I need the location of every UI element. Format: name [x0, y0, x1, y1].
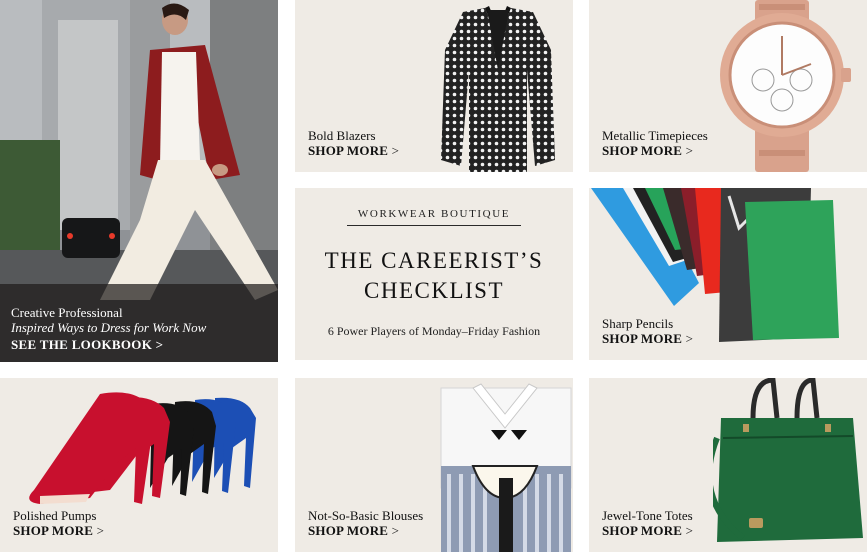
blouses-title: Not-So-Basic Blouses	[308, 508, 424, 523]
totes-shop-more-link[interactable]: SHOP MORE >	[602, 523, 693, 539]
blouses-shop-more-label: SHOP MORE	[308, 523, 389, 538]
hero-caption: Creative Professional Inspired Ways to D…	[11, 305, 206, 353]
tile-polished-pumps[interactable]: Polished Pumps SHOP MORE >	[0, 378, 278, 552]
watches-shop-more-link[interactable]: SHOP MORE >	[602, 143, 708, 159]
chevron-right-icon: >	[685, 331, 694, 346]
feature-careerist-checklist[interactable]: WORKWEAR BOUTIQUE THE CAREERIST’S CHECKL…	[295, 188, 573, 360]
tile-metallic-timepieces[interactable]: Metallic Timepieces SHOP MORE >	[589, 0, 867, 172]
pumps-shop-more-label: SHOP MORE	[13, 523, 94, 538]
feature-headline-line2: CHECKLIST	[364, 278, 504, 303]
feature-divider	[347, 225, 521, 226]
chevron-right-icon: >	[96, 523, 105, 538]
tile-bold-blazers[interactable]: Bold Blazers SHOP MORE >	[295, 0, 573, 172]
pumps-caption: Polished Pumps SHOP MORE >	[13, 508, 104, 539]
feature-headline: THE CAREERIST’S CHECKLIST	[295, 246, 573, 306]
tote-image	[713, 378, 863, 542]
chevron-right-icon: >	[391, 523, 400, 538]
hero-subtitle: Inspired Ways to Dress for Work Now	[11, 320, 207, 335]
watches-title: Metallic Timepieces	[602, 128, 708, 143]
totes-title: Jewel-Tone Totes	[602, 508, 693, 523]
hero-title: Creative Professional	[11, 305, 123, 320]
blazers-shop-more-label: SHOP MORE	[308, 143, 389, 158]
watches-caption: Metallic Timepieces SHOP MORE >	[602, 128, 708, 159]
tile-sharp-pencils[interactable]: Sharp Pencils SHOP MORE >	[589, 188, 867, 360]
hero-tile[interactable]: Creative Professional Inspired Ways to D…	[0, 0, 278, 362]
chevron-right-icon: >	[155, 337, 164, 352]
blazers-caption: Bold Blazers SHOP MORE >	[308, 128, 399, 159]
pencils-caption: Sharp Pencils SHOP MORE >	[602, 316, 693, 347]
feature-blurb: 6 Power Players of Monday–Friday Fashion	[327, 324, 541, 338]
tile-blouses[interactable]: Not-So-Basic Blouses SHOP MORE >	[295, 378, 573, 552]
blazer-image	[441, 6, 555, 172]
blouses-caption: Not-So-Basic Blouses SHOP MORE >	[308, 508, 423, 539]
feature-headline-line1: THE CAREERIST’S	[324, 248, 544, 273]
pencils-shop-more-link[interactable]: SHOP MORE >	[602, 331, 693, 347]
totes-shop-more-label: SHOP MORE	[602, 523, 683, 538]
pencils-shop-more-label: SHOP MORE	[602, 331, 683, 346]
blouses-shop-more-link[interactable]: SHOP MORE >	[308, 523, 423, 539]
chevron-right-icon: >	[685, 523, 694, 538]
pencils-title: Sharp Pencils	[602, 316, 674, 331]
watch-image	[720, 0, 851, 172]
chevron-right-icon: >	[685, 143, 694, 158]
see-the-lookbook-link[interactable]: SEE THE LOOKBOOK >	[11, 336, 206, 353]
totes-caption: Jewel-Tone Totes SHOP MORE >	[602, 508, 693, 539]
chevron-right-icon: >	[391, 143, 400, 158]
blouses-image	[440, 383, 572, 552]
watches-shop-more-label: SHOP MORE	[602, 143, 683, 158]
pumps-title: Polished Pumps	[13, 508, 97, 523]
blazers-title: Bold Blazers	[308, 128, 376, 143]
see-the-lookbook-label: SEE THE LOOKBOOK	[11, 337, 153, 352]
pumps-shop-more-link[interactable]: SHOP MORE >	[13, 523, 104, 539]
blazers-shop-more-link[interactable]: SHOP MORE >	[308, 143, 399, 159]
tile-jewel-tone-totes[interactable]: Jewel-Tone Totes SHOP MORE >	[589, 378, 867, 552]
feature-kicker: WORKWEAR BOUTIQUE	[357, 208, 511, 220]
